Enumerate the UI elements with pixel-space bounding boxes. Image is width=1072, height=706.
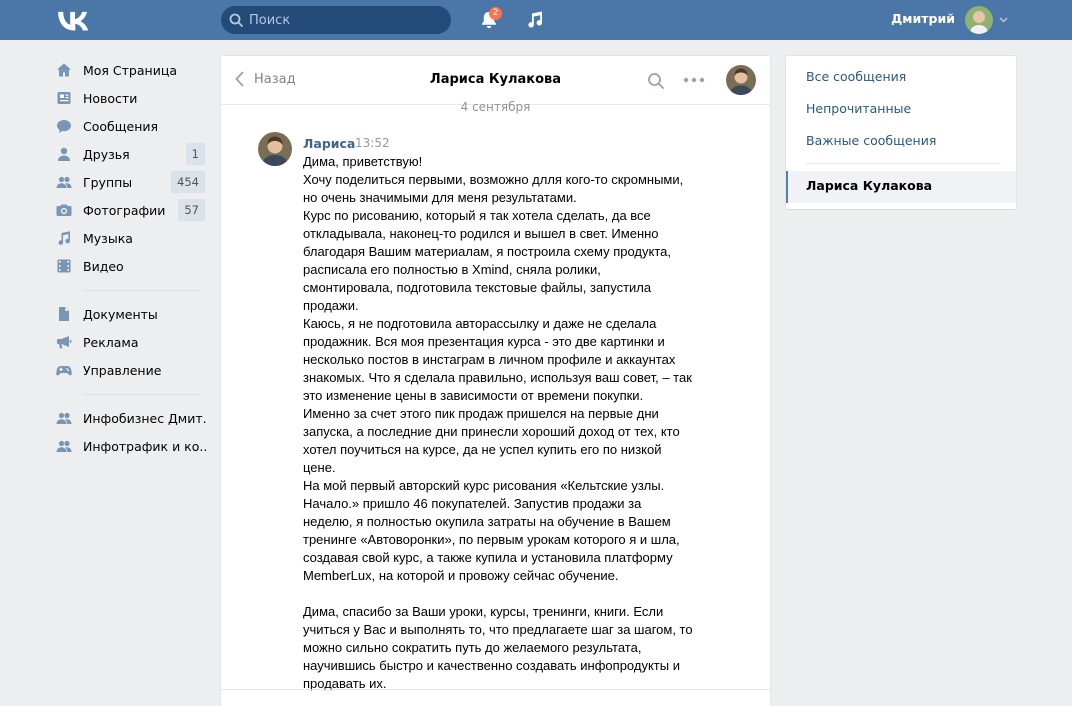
nav-label: Друзья — [83, 146, 130, 162]
nav-label: Фотографии — [83, 202, 166, 218]
nav-item-friends[interactable]: Друзья 1 — [56, 140, 206, 168]
left-nav: Моя Страница Новости Сообщения Друзья 1 … — [56, 56, 206, 460]
filter-all-messages[interactable]: Все сообщения — [806, 67, 906, 87]
messages-icon — [57, 120, 71, 133]
nav-item-music[interactable]: Музыка — [56, 224, 206, 252]
contact-avatar[interactable] — [726, 65, 756, 95]
search-icon — [229, 13, 243, 27]
nav-item-ads[interactable]: Реклама — [56, 328, 206, 356]
nav-item-management[interactable]: Управление — [56, 356, 206, 384]
message-author-avatar[interactable] — [258, 132, 292, 166]
nav-item-news[interactable]: Новости — [56, 84, 206, 112]
search-icon[interactable] — [647, 72, 665, 90]
messages-filter-menu: Все сообщения Непрочитанные Важные сообщ… — [786, 56, 1016, 209]
music-icon[interactable] — [525, 10, 545, 30]
nav-label: Инфотрафик и ко.. — [83, 438, 206, 454]
news-icon — [57, 92, 71, 104]
gamepad-icon — [56, 366, 72, 376]
nav-label: Инфобизнес Дмит.. — [83, 410, 206, 426]
groups-icon — [56, 176, 72, 188]
message-time: 13:52 — [355, 136, 390, 150]
filter-important[interactable]: Важные сообщения — [806, 131, 936, 151]
nav-label: Моя Страница — [83, 62, 177, 78]
nav-item-photos[interactable]: Фотографии 57 — [56, 196, 206, 224]
filter-active-conversation[interactable]: Лариса Кулакова — [786, 171, 1016, 203]
date-separator: 4 сентября — [460, 100, 531, 114]
home-icon — [57, 63, 71, 77]
nav-label: Группы — [83, 174, 133, 190]
nav-label: Документы — [83, 306, 158, 322]
nav-label: Реклама — [83, 334, 139, 350]
nav-item-documents[interactable]: Документы — [56, 300, 206, 328]
video-icon — [57, 259, 71, 273]
top-bar: 2 Дмитрий — [0, 0, 1072, 40]
message-text: Дима, приветствую! Хочу поделиться первы… — [303, 154, 693, 691]
more-icon[interactable] — [683, 77, 705, 83]
notification-badge: 2 — [489, 7, 502, 20]
composer-divider — [221, 689, 770, 690]
nav-item-groups[interactable]: Группы 454 — [56, 168, 206, 196]
user-avatar[interactable] — [965, 6, 993, 34]
friends-icon — [58, 147, 70, 161]
photos-count[interactable]: 57 — [178, 199, 205, 221]
nav-item-video[interactable]: Видео — [56, 252, 206, 280]
community-icon — [56, 440, 72, 452]
nav-label: Видео — [83, 258, 124, 274]
active-conversation-label: Лариса Кулакова — [806, 178, 933, 193]
document-icon — [59, 307, 69, 321]
message-author[interactable]: Лариса — [303, 136, 355, 151]
groups-count[interactable]: 454 — [171, 171, 205, 193]
conversation-header: Назад Лариса Кулакова — [221, 56, 770, 105]
nav-item-community-1[interactable]: Инфобизнес Дмит.. — [56, 404, 206, 432]
music-icon — [58, 231, 70, 245]
nav-divider — [83, 394, 200, 395]
user-name[interactable]: Дмитрий — [891, 11, 955, 26]
filter-unread[interactable]: Непрочитанные — [806, 99, 911, 119]
nav-label: Управление — [83, 362, 162, 378]
community-icon — [56, 412, 72, 424]
vk-logo-icon[interactable] — [56, 9, 90, 31]
nav-item-my-page[interactable]: Моя Страница — [56, 56, 206, 84]
megaphone-icon — [57, 336, 72, 349]
search-box[interactable] — [221, 6, 451, 34]
conversation-panel: Назад Лариса Кулакова 4 сентября Лариса … — [221, 56, 770, 706]
camera-icon — [56, 204, 72, 216]
nav-label: Новости — [83, 90, 138, 106]
nav-divider — [83, 290, 200, 291]
search-input[interactable] — [249, 12, 439, 28]
nav-label: Музыка — [83, 230, 133, 246]
friends-count[interactable]: 1 — [185, 143, 205, 165]
nav-item-messages[interactable]: Сообщения — [56, 112, 206, 140]
chevron-down-icon[interactable] — [999, 17, 1008, 23]
nav-label: Сообщения — [83, 118, 159, 134]
nav-item-community-2[interactable]: Инфотрафик и ко.. — [56, 432, 206, 460]
filter-divider — [806, 163, 1001, 164]
